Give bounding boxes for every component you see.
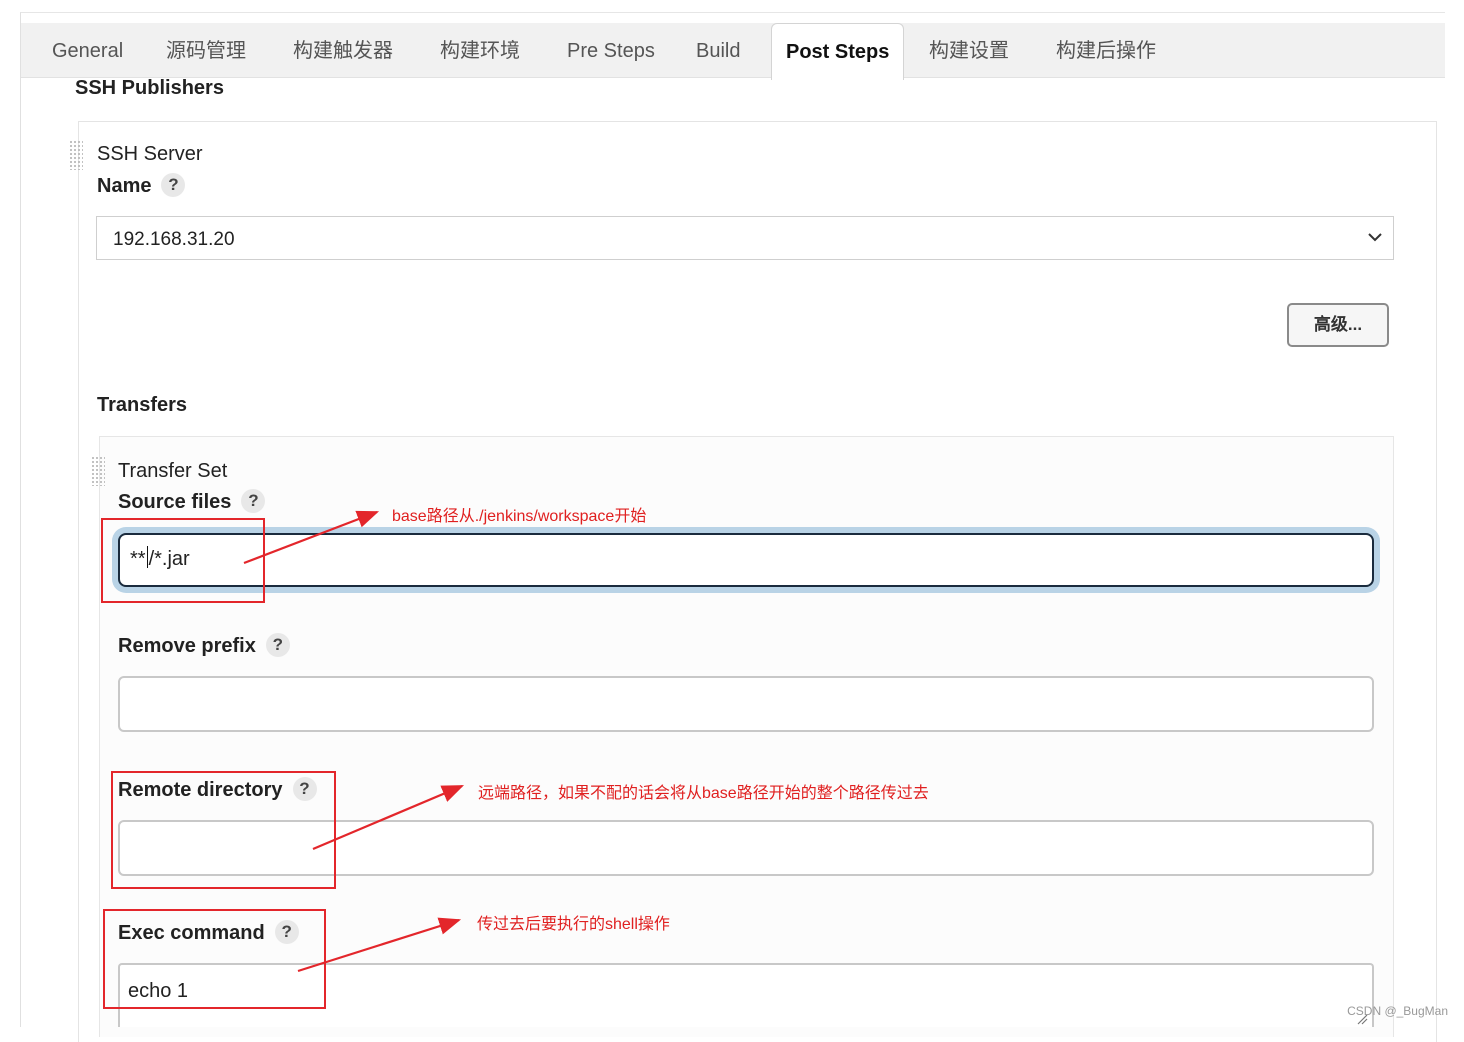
chevron-down-icon (1368, 233, 1382, 242)
transfers-title: Transfers (97, 394, 188, 416)
tab-source-control[interactable]: 源码管理 (166, 23, 246, 77)
annotation-note-exec: 传过去后要执行的shell操作 (477, 916, 670, 933)
tab-build-settings[interactable]: 构建设置 (929, 23, 1009, 77)
ssh-server-name-select[interactable]: 192.168.31.20 (96, 216, 1394, 260)
annotation-box-source-files (101, 518, 265, 603)
tab-build[interactable]: Build (696, 23, 740, 77)
remove-prefix-input[interactable] (118, 676, 1374, 732)
watermark: CSDN @_BugMan (1347, 1004, 1448, 1018)
tab-general[interactable]: General (52, 23, 123, 77)
annotation-note-remote: 远端路径，如果不配的话会将从base路径开始的整个路径传过去 (478, 785, 929, 802)
source-files-input[interactable]: **/*.jar (118, 533, 1374, 587)
annotation-note-source: base路径从./jenkins/workspace开始 (392, 508, 647, 525)
annotation-box-exec-command (103, 909, 326, 1009)
help-icon[interactable]: ? (241, 489, 266, 513)
source-files-label: Source files? (118, 489, 266, 514)
tab-pre-steps[interactable]: Pre Steps (567, 23, 655, 77)
tab-build-triggers[interactable]: 构建触发器 (293, 23, 393, 77)
tab-post-build-actions[interactable]: 构建后操作 (1056, 23, 1156, 77)
ssh-publishers-title: SSH Publishers (75, 77, 224, 99)
help-icon[interactable]: ? (265, 633, 290, 657)
tab-build-environment[interactable]: 构建环境 (440, 23, 520, 77)
drag-handle-icon[interactable] (69, 140, 83, 170)
name-label: Name? (97, 173, 186, 198)
drag-handle-icon[interactable] (91, 456, 105, 486)
remove-prefix-label: Remove prefix? (118, 633, 290, 658)
ssh-server-heading: SSH Server (97, 143, 203, 165)
select-value: 192.168.31.20 (113, 229, 235, 250)
config-tab-bar: General 源码管理 构建触发器 构建环境 Pre Steps Build … (21, 23, 1445, 80)
help-icon[interactable]: ? (161, 173, 186, 197)
tab-post-steps[interactable]: Post Steps (771, 23, 905, 80)
transfer-set-heading: Transfer Set (118, 460, 228, 482)
advanced-button[interactable]: 高级... (1287, 303, 1389, 347)
annotation-box-remote-directory (111, 771, 336, 889)
